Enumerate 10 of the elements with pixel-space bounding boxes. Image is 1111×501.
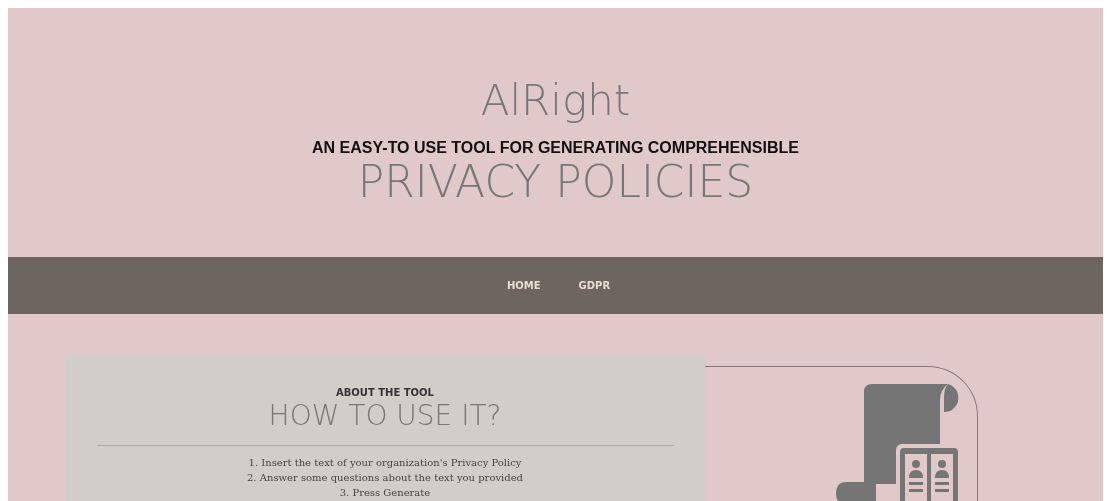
site-title: AlRight	[480, 76, 631, 126]
step-text: 2. Answer some questions about the text you provided	[247, 471, 523, 485]
nav-link[interactable]: GDPR	[578, 280, 611, 291]
tagline: AN EASY-TO USE TOOL FOR GENERATING COMPREHENSIBLE	[312, 138, 799, 158]
step-text: 1. Insert the text of your organization's Privacy Policy	[247, 456, 523, 470]
nav-link[interactable]: HOME	[506, 280, 541, 291]
subtitle: PRIVACY POLICIES	[357, 158, 754, 206]
section-label: ABOUT THE TOOL	[336, 387, 434, 399]
step-text: 3. Press Generate	[338, 486, 432, 500]
section-heading: HOW TO USE IT?	[268, 399, 502, 433]
